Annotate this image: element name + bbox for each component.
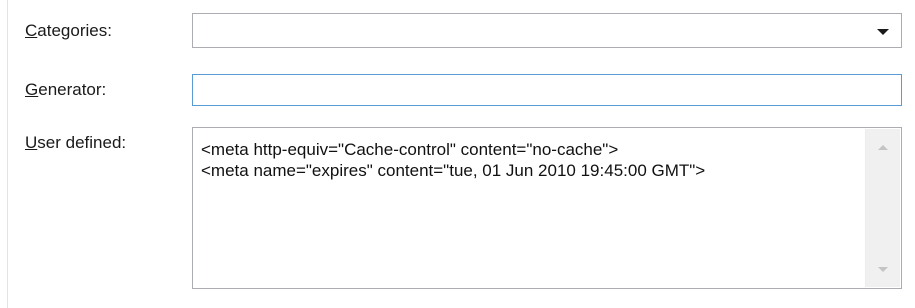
generator-label-text: enerator:	[38, 80, 107, 99]
scroll-down-button[interactable]	[866, 255, 900, 287]
generator-label: Generator:	[25, 80, 106, 100]
user-defined-label-mnemonic: U	[25, 133, 38, 152]
categories-label: Categories:	[25, 21, 112, 41]
panel-left-divider	[7, 0, 8, 308]
generator-label-mnemonic: G	[25, 80, 39, 99]
user-defined-text: <meta http-equiv="Cache-control" content…	[201, 139, 861, 181]
user-defined-line: <meta http-equiv="Cache-control" content…	[201, 140, 619, 159]
chevron-down-icon[interactable]	[877, 29, 889, 35]
user-defined-label-text: ser defined:	[37, 133, 127, 152]
user-defined-textarea[interactable]: <meta http-equiv="Cache-control" content…	[192, 127, 902, 289]
categories-label-text: ategories:	[37, 21, 112, 40]
scroll-up-button[interactable]	[866, 129, 900, 161]
scroll-down-arrow-icon	[878, 267, 888, 272]
user-defined-line: <meta name="expires" content="tue, 01 Ju…	[201, 161, 706, 180]
vertical-scrollbar[interactable]	[865, 129, 900, 287]
categories-dropdown[interactable]	[192, 13, 902, 48]
categories-label-mnemonic: C	[25, 21, 38, 40]
user-defined-label: User defined:	[25, 133, 126, 153]
generator-input[interactable]	[192, 74, 902, 106]
scroll-up-arrow-icon	[878, 145, 888, 150]
